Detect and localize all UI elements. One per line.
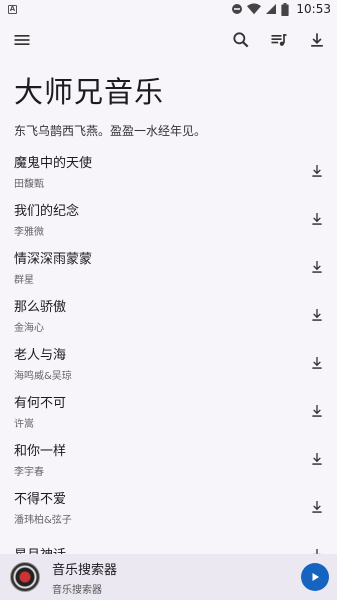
page-header: 大师兄音乐 东飞乌鹊西飞燕。盈盈一水经年见。 [0,62,337,139]
do-not-disturb-icon [232,4,243,14]
player-subtitle: 音乐搜索器 [52,584,102,596]
wifi-icon [247,3,262,15]
song-title: 有何不可 [14,396,67,411]
signal-icon [266,4,277,14]
song-artist: 李雅微 [14,227,44,238]
song-item[interactable]: 那么骄傲 金海心 [0,291,337,339]
song-title: 魔鬼中的天使 [14,156,93,171]
queue-music-icon[interactable] [267,28,291,52]
search-icon[interactable] [229,28,253,52]
download-icon[interactable] [305,399,329,423]
album-cover [10,562,40,592]
hamburger-menu-icon[interactable] [10,28,34,52]
play-icon [312,573,319,581]
battery-icon [281,2,290,16]
download-icon[interactable] [305,495,329,519]
download-icon[interactable] [305,303,329,327]
song-item[interactable]: 我们的纪念 李雅微 [0,195,337,243]
download-icon[interactable] [305,28,329,52]
page-subtitle: 东飞乌鹊西飞燕。盈盈一水经年见。 [14,124,207,138]
page-title: 大师兄音乐 [14,75,165,109]
song-artist: 田馥甄 [14,179,44,190]
song-item[interactable]: 和你一样 李宇春 [0,435,337,483]
song-title: 我们的纪念 [14,204,80,219]
song-item[interactable]: 魔鬼中的天使 田馥甄 [0,147,337,195]
download-icon[interactable] [305,447,329,471]
download-icon[interactable] [305,159,329,183]
download-icon[interactable] [305,351,329,375]
song-artist: 许嵩 [14,419,34,430]
song-artist: 潘玮柏&弦子 [14,515,72,526]
status-time: 10:53 [296,2,331,16]
song-title: 不得不爱 [14,492,67,507]
song-item[interactable]: 情深深雨蒙蒙 群星 [0,243,337,291]
status-bar: A 10:53 [0,0,337,18]
download-icon[interactable] [305,207,329,231]
song-title: 和你一样 [14,444,67,459]
song-item[interactable]: 老人与海 海鸣威&吴琼 [0,339,337,387]
song-title: 老人与海 [14,348,67,363]
download-icon[interactable] [305,255,329,279]
song-item[interactable]: 有何不可 许嵩 [0,387,337,435]
mini-player[interactable]: 音乐搜索器 音乐搜索器 [0,554,337,600]
song-artist: 李宇春 [14,467,44,478]
song-artist: 金海心 [14,323,44,334]
notification-icon: A [8,4,17,14]
play-button[interactable] [301,563,329,591]
song-item[interactable]: 不得不爱 潘玮柏&弦子 [0,483,337,531]
toolbar [0,18,337,62]
song-title: 情深深雨蒙蒙 [14,252,93,267]
song-list: 魔鬼中的天使 田馥甄 我们的纪念 李雅微 情深深雨蒙蒙 群星 那么骄傲 金海心 … [0,147,337,579]
player-title: 音乐搜索器 [52,562,118,578]
song-artist: 海鸣威&吴琼 [14,371,72,382]
song-title: 那么骄傲 [14,300,67,315]
song-artist: 群星 [14,275,34,286]
